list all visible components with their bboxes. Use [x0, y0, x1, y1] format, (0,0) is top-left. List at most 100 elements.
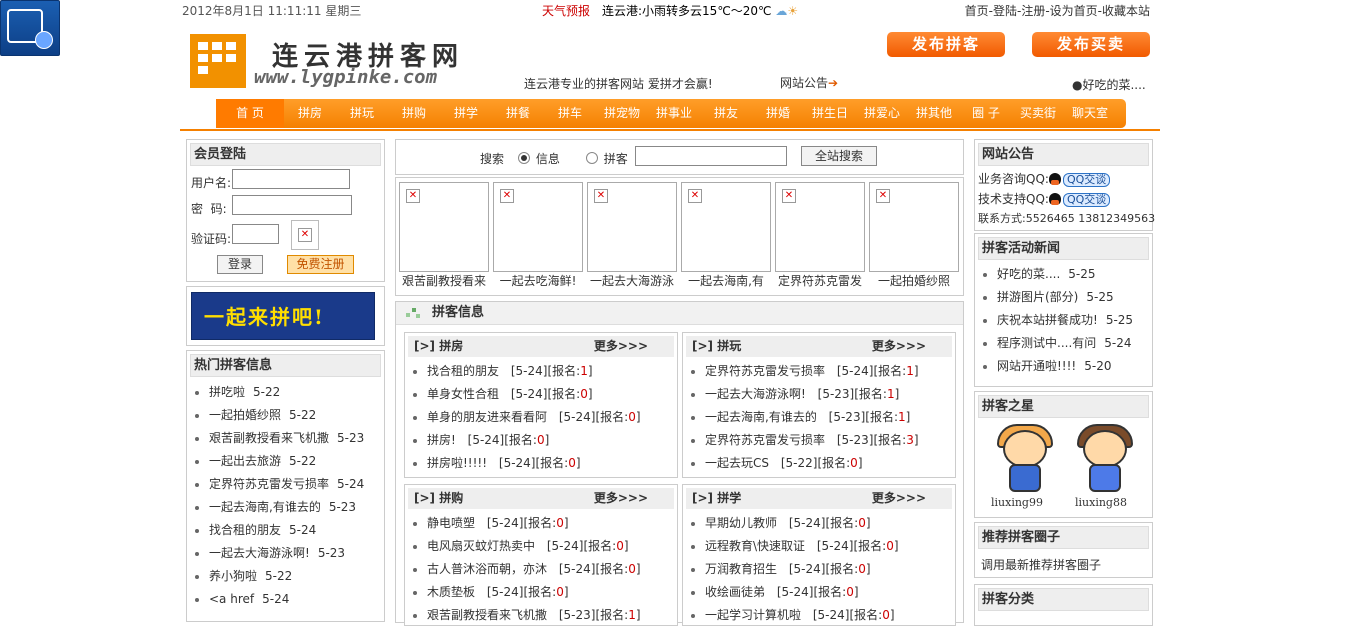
hot-list-item[interactable]: 一起去海南,有谁去的 5-23 [187, 496, 384, 519]
hot-item-title[interactable]: 拼吃啦 [209, 385, 245, 399]
password-input[interactable] [232, 195, 352, 215]
circle-text[interactable]: 调用最新推荐拼客圈子 [981, 556, 1101, 573]
info-list-item[interactable]: 定界符苏克雷发亏损率 [5-24][报名:1] [683, 360, 955, 383]
nav-item[interactable]: 拼玩 [336, 99, 388, 128]
thumbnail-image[interactable]: ✕ [399, 182, 489, 272]
info-item-title[interactable]: 找合租的朋友 [427, 364, 499, 378]
hot-list-item[interactable]: 找合租的朋友 5-24 [187, 519, 384, 542]
info-item-title[interactable]: 收绘画徒弟 [705, 585, 765, 599]
hot-item-title[interactable]: 一起去大海游泳啊! [209, 546, 310, 560]
radio-info[interactable] [517, 152, 530, 164]
nav-item[interactable]: 聊天室 [1064, 99, 1116, 128]
info-list-item[interactable]: 收绘画徒弟 [5-24][报名:0] [683, 581, 955, 604]
news-list-item[interactable]: 拼游图片(部分) 5-25 [975, 286, 1152, 309]
hot-list-item[interactable]: 艰苦副教授看来飞机撒 5-23 [187, 427, 384, 450]
news-list-item[interactable]: 庆祝本站拼餐成功! 5-25 [975, 309, 1152, 332]
more-link[interactable]: 更多>>> [594, 488, 648, 509]
info-item-title[interactable]: 艰苦副教授看来飞机撒 [427, 608, 547, 622]
username-input[interactable] [232, 169, 350, 189]
info-item-title[interactable]: 一起去玩CS [705, 456, 769, 470]
thumbnail-image[interactable]: ✕ [869, 182, 959, 272]
info-item-title[interactable]: 电风扇灭蚊灯热卖中 [427, 539, 535, 553]
hot-item-title[interactable]: 一起去海南,有谁去的 [209, 500, 321, 514]
publish-pinke-button[interactable]: 发布拼客 [887, 32, 1005, 57]
site-logo[interactable]: 连云港拼客网 www.lygpinke.com [190, 34, 490, 90]
hot-item-title[interactable]: 养小狗啦 [209, 569, 257, 583]
hot-item-title[interactable]: <a href [209, 592, 254, 606]
hot-list-item[interactable]: 拼吃啦 5-22 [187, 381, 384, 404]
info-list-item[interactable]: 拼房! [5-24][报名:0] [405, 429, 677, 452]
news-item-title[interactable]: 好吃的菜.... [997, 267, 1060, 281]
thumbnail-image[interactable]: ✕ [493, 182, 583, 272]
info-item-title[interactable]: 定界符苏克雷发亏损率 [705, 364, 825, 378]
nav-item[interactable]: 拼学 [440, 99, 492, 128]
banner-image[interactable]: 一起来拼吧! [191, 292, 375, 340]
info-item-title[interactable]: 万润教育招生 [705, 562, 777, 576]
info-list-item[interactable]: 单身的朋友进来看看阿 [5-24][报名:0] [405, 406, 677, 429]
info-item-title[interactable]: 早期幼儿教师 [705, 516, 777, 530]
hot-list-item[interactable]: 一起去大海游泳啊! 5-23 [187, 542, 384, 565]
info-list-item[interactable]: 古人普沐浴而朝，亦沐 [5-24][报名:0] [405, 558, 677, 581]
news-list-item[interactable]: 网站开通啦!!!! 5-20 [975, 355, 1152, 378]
thumbnail-caption[interactable]: 一起去吃海鲜! [491, 272, 585, 289]
top-links[interactable]: 首页-登陆-注册-设为首页-收藏本站 [965, 2, 1150, 19]
info-list-item[interactable]: 拼房啦!!!!! [5-24][报名:0] [405, 452, 677, 475]
category-name[interactable]: [>] 拼学 [692, 491, 741, 505]
weather-label[interactable]: 天气预报 [542, 2, 590, 19]
thumbnail-caption[interactable]: 定界符苏克雷发 [773, 272, 867, 289]
more-link[interactable]: 更多>>> [594, 336, 648, 357]
thumbnail-caption[interactable]: 一起去大海游泳 [585, 272, 679, 289]
tech-qq-button[interactable]: QQ交谈 [1062, 193, 1111, 207]
search-button[interactable]: 全站搜索 [801, 146, 877, 166]
news-ticker[interactable]: ●好吃的菜.... [1072, 76, 1146, 93]
nav-item[interactable]: 拼婚 [752, 99, 804, 128]
info-item-title[interactable]: 一起去大海游泳啊! [705, 387, 806, 401]
nav-item[interactable]: 拼宠物 [596, 99, 648, 128]
news-item-title[interactable]: 庆祝本站拼餐成功! [997, 313, 1098, 327]
notice-link[interactable]: 网站公告➔ [780, 74, 838, 91]
info-list-item[interactable]: 定界符苏克雷发亏损率 [5-23][报名:3] [683, 429, 955, 452]
nav-item[interactable]: 拼友 [700, 99, 752, 128]
nav-item[interactable]: 圈 子 [960, 99, 1012, 128]
info-item-title[interactable]: 拼房啦!!!!! [427, 456, 487, 470]
info-list-item[interactable]: 一起去海南,有谁去的 [5-23][报名:1] [683, 406, 955, 429]
news-list-item[interactable]: 程序测试中....有问 5-24 [975, 332, 1152, 355]
category-name[interactable]: [>] 拼购 [414, 491, 463, 505]
info-item-title[interactable]: 古人普沐浴而朝，亦沐 [427, 562, 547, 576]
nav-item[interactable]: 拼车 [544, 99, 596, 128]
hot-item-title[interactable]: 艰苦副教授看来飞机撒 [209, 431, 329, 445]
thumbnail-image[interactable]: ✕ [775, 182, 865, 272]
star-avatar-2[interactable] [1065, 424, 1141, 492]
nav-item[interactable]: 拼事业 [648, 99, 700, 128]
more-link[interactable]: 更多>>> [872, 488, 926, 509]
nav-item[interactable]: 拼房 [284, 99, 336, 128]
thumbnail-caption[interactable]: 一起拍婚纱照 [867, 272, 961, 289]
hot-item-title[interactable]: 一起拍婚纱照 [209, 408, 281, 422]
info-item-title[interactable]: 木质垫板 [427, 585, 475, 599]
register-button[interactable]: 免费注册 [287, 255, 354, 274]
biz-qq-button[interactable]: QQ交谈 [1062, 173, 1111, 187]
nav-item[interactable]: 拼生日 [804, 99, 856, 128]
nav-item[interactable]: 买卖街 [1012, 99, 1064, 128]
info-item-title[interactable]: 拼房! [427, 433, 456, 447]
hot-list-item[interactable]: <a href 5-24 [187, 588, 384, 611]
thumbnail-caption[interactable]: 一起去海南,有 [679, 272, 773, 289]
info-item-title[interactable]: 一起学习计算机啦 [705, 608, 801, 622]
nav-item[interactable]: 拼爱心 [856, 99, 908, 128]
info-list-item[interactable]: 远程教育\快速取证 [5-24][报名:0] [683, 535, 955, 558]
hot-list-item[interactable]: 一起拍婚纱照 5-22 [187, 404, 384, 427]
hot-item-title[interactable]: 一起出去旅游 [209, 454, 281, 468]
thumbnail-image[interactable]: ✕ [681, 182, 771, 272]
info-list-item[interactable]: 木质垫板 [5-24][报名:0] [405, 581, 677, 604]
nav-item[interactable]: 拼其他 [908, 99, 960, 128]
info-list-item[interactable]: 一起去玩CS [5-22][报名:0] [683, 452, 955, 475]
star-name-1[interactable]: liuxing99 [991, 496, 1043, 509]
hot-list-item[interactable]: 养小狗啦 5-22 [187, 565, 384, 588]
search-input[interactable] [635, 146, 787, 166]
hot-item-title[interactable]: 找合租的朋友 [209, 523, 281, 537]
info-list-item[interactable]: 艰苦副教授看来飞机撒 [5-23][报名:1] [405, 604, 677, 627]
category-name[interactable]: [>] 拼玩 [692, 339, 741, 353]
info-list-item[interactable]: 单身女性合租 [5-24][报名:0] [405, 383, 677, 406]
info-item-title[interactable]: 单身的朋友进来看看阿 [427, 410, 547, 424]
captcha-image[interactable]: ✕ [291, 220, 319, 250]
